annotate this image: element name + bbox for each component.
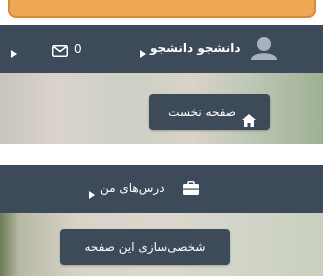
user-name[interactable]: دانشجو دانشجو bbox=[150, 41, 241, 55]
header-background-image: صفحه نخست bbox=[0, 73, 323, 144]
customize-page-label: شخصی‌سازی این صفحه bbox=[84, 240, 206, 254]
courses-navbar: درس‌های من bbox=[0, 165, 323, 213]
user-avatar-icon[interactable] bbox=[251, 36, 277, 64]
section-divider bbox=[0, 144, 323, 165]
caret-right-icon[interactable] bbox=[11, 43, 17, 62]
course-background-image: شخصی‌سازی این صفحه bbox=[0, 213, 323, 276]
customize-page-button[interactable]: شخصی‌سازی این صفحه bbox=[60, 229, 230, 265]
home-icon bbox=[242, 105, 256, 141]
home-button[interactable]: صفحه نخست bbox=[149, 94, 270, 130]
home-button-label: صفحه نخست bbox=[168, 105, 236, 119]
briefcase-icon bbox=[183, 180, 199, 199]
message-count[interactable]: 0 bbox=[74, 42, 82, 56]
caret-left-icon[interactable] bbox=[89, 184, 95, 203]
caret-left-icon[interactable] bbox=[140, 43, 146, 62]
notification-banner bbox=[8, 0, 316, 18]
my-courses-label[interactable]: درس‌های من bbox=[100, 181, 165, 195]
envelope-icon[interactable] bbox=[52, 42, 68, 61]
user-navbar: 0 دانشجو دانشجو bbox=[0, 25, 323, 73]
